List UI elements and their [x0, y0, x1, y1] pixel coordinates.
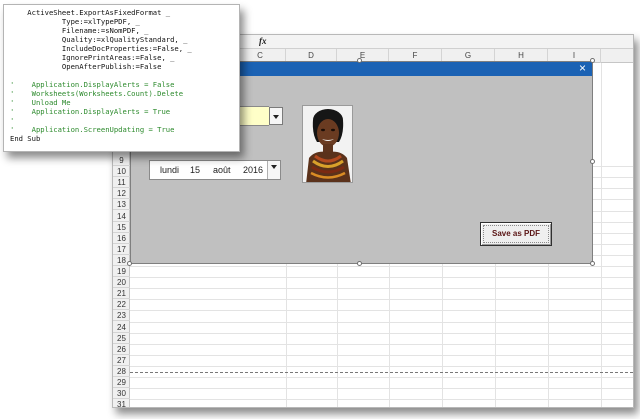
row-header-21[interactable]: 21	[113, 288, 130, 300]
row-header-28[interactable]: 28	[113, 366, 130, 377]
gridline-horizontal	[130, 365, 633, 367]
row-header-20[interactable]: 20	[113, 277, 130, 289]
code-line: IgnorePrintAreas:=False, _	[10, 53, 175, 62]
code-comment-line: ' Application.DisplayAlerts = True	[10, 107, 171, 116]
date-picker[interactable]: lundi 15 août 2016	[149, 160, 281, 180]
date-month: août	[213, 165, 231, 175]
row-header-12[interactable]: 12	[113, 188, 130, 200]
row-header-16[interactable]: 16	[113, 233, 130, 244]
close-icon[interactable]: ×	[579, 61, 586, 75]
chevron-down-icon	[271, 165, 277, 169]
page-break-line	[130, 372, 633, 373]
gridline-horizontal	[130, 332, 633, 334]
gridline-horizontal	[130, 299, 633, 301]
chevron-down-icon	[273, 115, 279, 119]
fx-icon[interactable]: fx	[259, 36, 267, 46]
row-header-25[interactable]: 25	[113, 333, 130, 344]
date-year: 2016	[243, 165, 264, 175]
resize-handle-bottom[interactable]	[357, 261, 362, 266]
combobox-dropdown-button[interactable]	[269, 107, 283, 125]
row-header-14[interactable]: 14	[113, 211, 130, 222]
gridline-horizontal	[130, 399, 633, 401]
code-line: OpenAfterPublish:=False	[10, 62, 162, 71]
row-header-30[interactable]: 30	[113, 388, 130, 400]
code-comment-line: ' Application.DisplayAlerts = False	[10, 80, 175, 89]
row-header-13[interactable]: 13	[113, 199, 130, 211]
resize-handle-bottom-left[interactable]	[127, 261, 132, 266]
gridline-horizontal	[130, 388, 633, 390]
gridline-horizontal	[130, 354, 633, 356]
row-header-15[interactable]: 15	[113, 222, 130, 233]
row-header-29[interactable]: 29	[113, 377, 130, 389]
gridline-horizontal	[130, 310, 633, 312]
row-header-22[interactable]: 22	[113, 299, 130, 311]
resize-handle-top[interactable]	[357, 58, 362, 63]
gridline-horizontal	[130, 377, 633, 378]
code-comment-line: ' Unload Me	[10, 98, 71, 107]
code-line: Filename:=sNomPDF, _	[10, 26, 149, 35]
code-line: End Sub	[10, 134, 41, 143]
resize-handle-top-right[interactable]	[590, 58, 595, 63]
save-as-pdf-button[interactable]: Save as PDF	[480, 222, 552, 246]
date-dropdown-button[interactable]	[267, 161, 280, 179]
row-header-31[interactable]: 31	[113, 399, 130, 407]
gridline-horizontal	[130, 277, 633, 279]
gridline-horizontal	[130, 343, 633, 345]
vba-code-window[interactable]: ActiveSheet.ExportAsFixedFormat _ Type:=…	[3, 4, 240, 152]
resize-handle-right[interactable]	[590, 159, 595, 164]
row-header-9[interactable]: 9	[113, 155, 130, 167]
code-line: Type:=xlTypePDF, _	[10, 17, 140, 26]
portrait-photo-icon	[303, 106, 352, 182]
code-line: ActiveSheet.ExportAsFixedFormat _	[10, 8, 171, 17]
row-header-19[interactable]: 19	[113, 266, 130, 278]
code-comment-line: ' Application.ScreenUpdating = True	[10, 125, 175, 134]
row-header-10[interactable]: 10	[113, 166, 130, 178]
code-line: IncludeDocProperties:=False, _	[10, 44, 192, 53]
code-comment-line: ' Worksheets(Worksheets.Count).Delete	[10, 89, 184, 98]
row-header-17[interactable]: 17	[113, 244, 130, 255]
row-header-27[interactable]: 27	[113, 355, 130, 366]
screenshot-stage: fx CDEFGHI 9 10 11 12 13 14 15 16 17 18 19 20 21 22 23…	[0, 0, 640, 419]
code-line: Quality:=xlQualityStandard, _	[10, 35, 188, 44]
portrait-photo	[302, 105, 353, 183]
date-weekday: lundi	[160, 165, 180, 175]
row-header-26[interactable]: 26	[113, 344, 130, 355]
gridline-horizontal	[130, 266, 633, 267]
row-header-11[interactable]: 11	[113, 177, 130, 189]
gridline-horizontal	[130, 321, 633, 323]
gridline-horizontal	[130, 288, 633, 290]
row-header-24[interactable]: 24	[113, 322, 130, 333]
code-comment-line: '	[10, 116, 15, 125]
row-header-23[interactable]: 23	[113, 310, 130, 322]
date-day: 15	[190, 165, 201, 175]
resize-handle-bottom-right[interactable]	[590, 261, 595, 266]
